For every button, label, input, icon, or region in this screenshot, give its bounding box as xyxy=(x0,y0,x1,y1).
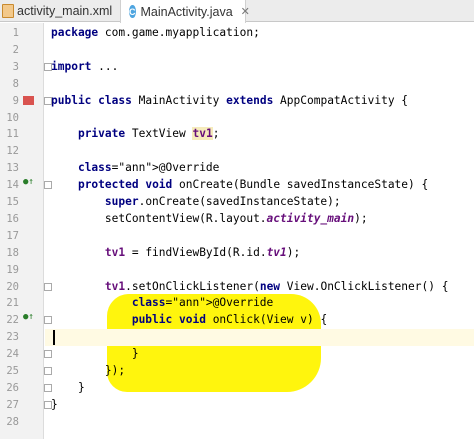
line-number: 13 xyxy=(6,162,19,175)
code-text: package com.game.myapplication; xyxy=(51,26,260,39)
code-text: private TextView tv1; xyxy=(77,127,220,141)
code-line[interactable]: 22 public void onClick(View v) { xyxy=(0,312,474,329)
code-line[interactable]: 11 private TextView tv1; xyxy=(0,126,474,143)
code-line[interactable]: 24 } xyxy=(0,346,474,363)
line-number: 20 xyxy=(6,280,19,293)
line-number: 2 xyxy=(12,43,19,56)
code-line[interactable]: 10 xyxy=(0,110,474,127)
code-line[interactable]: 25 }); xyxy=(0,363,474,380)
code-text: import ... xyxy=(51,59,119,73)
text-caret xyxy=(53,330,55,346)
code-text: tv1.setOnClickListener(new View.OnClickL… xyxy=(104,279,449,293)
code-line[interactable]: 26 } xyxy=(0,380,474,397)
line-number: 19 xyxy=(6,263,19,276)
xml-file-icon xyxy=(2,4,14,18)
code-line[interactable]: 12 xyxy=(0,143,474,160)
code-text: protected void onCreate(Bundle savedInst… xyxy=(77,178,429,192)
close-tab-icon[interactable]: ✕ xyxy=(241,5,250,18)
line-number: 21 xyxy=(6,297,19,310)
code-text: } xyxy=(51,380,85,394)
code-line[interactable]: 2 xyxy=(0,42,474,59)
line-number: 10 xyxy=(6,111,19,124)
line-number: 27 xyxy=(6,398,19,411)
line-number: 26 xyxy=(6,381,19,394)
code-text: public class MainActivity extends AppCom… xyxy=(51,93,409,107)
code-line[interactable]: 3 import ... xyxy=(0,59,474,76)
code-text: class="ann">@Override xyxy=(131,296,274,310)
code-line[interactable]: 17 xyxy=(0,228,474,245)
code-line[interactable]: 16 setContentView(R.layout.activity_main… xyxy=(0,211,474,228)
code-text: public void onClick(View v) { xyxy=(131,313,328,327)
code-text: } xyxy=(51,397,58,411)
line-number: 1 xyxy=(12,27,19,39)
tab-activity-main-xml[interactable]: activity_main.xml xyxy=(0,0,120,22)
code-text: setContentView(R.layout.activity_main); xyxy=(51,211,368,225)
code-line[interactable]: 19 xyxy=(0,262,474,279)
tab-label: MainActivity.java xyxy=(140,4,233,19)
override-method-icon[interactable]: ●↑ xyxy=(23,177,34,187)
override-method-icon[interactable]: ●↑ xyxy=(23,312,34,322)
code-text: } xyxy=(51,347,139,361)
tab-main-activity-java[interactable]: C MainActivity.java ✕ xyxy=(120,0,250,23)
code-line[interactable]: 15 super.onCreate(savedInstanceState); xyxy=(0,194,474,211)
code-line[interactable]: 23 xyxy=(0,329,474,346)
code-line[interactable]: 8 xyxy=(0,76,474,93)
line-number: 25 xyxy=(6,365,19,377)
code-line[interactable]: 21 class="ann">@Override xyxy=(0,295,474,312)
code-fold-icon[interactable] xyxy=(44,383,52,392)
java-class-icon: C xyxy=(129,5,136,18)
code-editor[interactable]: 1 package com.game.myapplication; 2 3 import… xyxy=(0,23,474,439)
line-number: 28 xyxy=(6,415,19,428)
code-line[interactable]: 28 xyxy=(0,414,474,431)
line-number: 16 xyxy=(6,212,19,225)
line-number: 14 xyxy=(6,179,19,192)
code-line[interactable]: 14 protected void onCreate(Bundle savedI… xyxy=(0,177,474,194)
code-text: tv1 = findViewById(R.id.tv1); xyxy=(104,245,301,259)
editor-tab-bar: activity_main.xml C MainActivity.java ✕ xyxy=(0,0,474,23)
code-line[interactable]: 1 package com.game.myapplication; xyxy=(0,25,474,42)
line-number: 15 xyxy=(6,196,19,208)
fold-icon[interactable] xyxy=(23,62,34,71)
line-number: 8 xyxy=(12,77,19,90)
code-fold-icon[interactable] xyxy=(44,316,52,325)
code-line[interactable]: 13 class="ann">@Override xyxy=(0,160,474,177)
code-text: super.onCreate(savedInstanceState); xyxy=(104,195,341,208)
code-line[interactable]: 18 tv1 = findViewById(R.id.tv1); xyxy=(0,245,474,262)
code-fold-icon[interactable] xyxy=(44,62,52,71)
line-number: 12 xyxy=(6,145,19,158)
code-fold-icon[interactable] xyxy=(44,96,52,105)
tab-label: activity_main.xml xyxy=(17,4,113,18)
line-number: 23 xyxy=(6,331,19,344)
line-number: 11 xyxy=(6,128,19,141)
line-number: 24 xyxy=(6,348,19,361)
line-number: 3 xyxy=(12,60,19,73)
code-fold-icon[interactable] xyxy=(44,282,52,291)
class-run-icon[interactable] xyxy=(23,95,34,105)
code-line[interactable]: 20 tv1.setOnClickListener(new View.OnCli… xyxy=(0,279,474,296)
code-fold-icon[interactable] xyxy=(44,350,52,359)
code-line[interactable]: 9 public class MainActivity extends AppCo… xyxy=(0,93,474,110)
code-line[interactable]: 27} xyxy=(0,397,474,414)
code-fold-icon[interactable] xyxy=(44,400,52,409)
code-fold-icon[interactable] xyxy=(44,181,52,190)
line-number: 9 xyxy=(12,94,19,107)
code-text: }); xyxy=(51,364,126,377)
code-text: class="ann">@Override xyxy=(77,161,220,175)
line-number: 17 xyxy=(6,229,19,242)
line-number: 18 xyxy=(6,246,19,259)
code-fold-icon[interactable] xyxy=(44,367,52,375)
line-number: 22 xyxy=(6,314,19,327)
